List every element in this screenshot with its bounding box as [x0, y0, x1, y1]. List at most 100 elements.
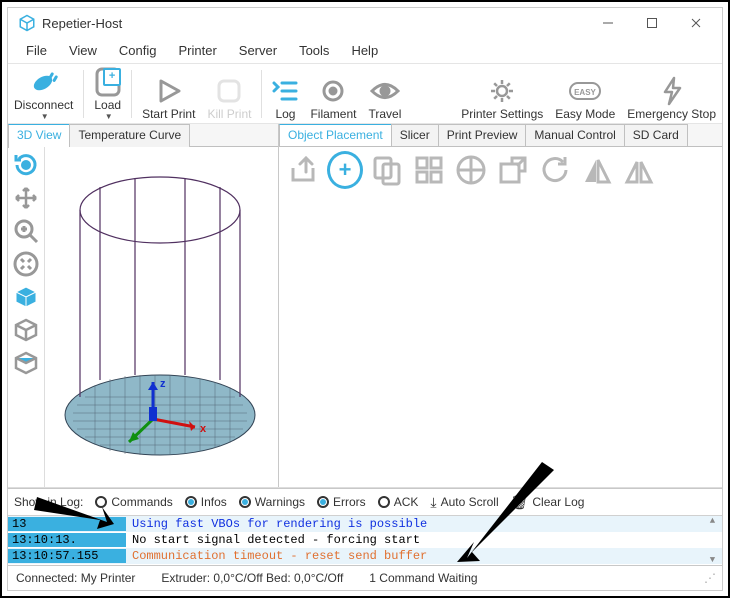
- auto-scroll[interactable]: ⤓Auto Scroll: [430, 494, 498, 511]
- travel-button[interactable]: Travel: [362, 66, 407, 121]
- label: Travel: [368, 107, 401, 121]
- plug-icon: [29, 66, 59, 98]
- 3d-canvas[interactable]: x z: [45, 147, 278, 487]
- window-title: Repetier-Host: [42, 16, 586, 31]
- filter-errors[interactable]: Errors: [317, 495, 366, 509]
- label: Disconnect: [14, 98, 73, 112]
- zoom-icon[interactable]: [11, 216, 41, 246]
- log-button[interactable]: Log: [266, 66, 304, 121]
- arrange-icon[interactable]: [411, 152, 447, 188]
- label: Easy Mode: [555, 107, 615, 121]
- stop-icon: [216, 75, 242, 107]
- status-bar: Connected: My Printer Extruder: 0,0°C/Of…: [8, 565, 722, 590]
- app-icon: [18, 14, 36, 32]
- close-button[interactable]: [674, 9, 718, 37]
- start-print-button[interactable]: Start Print: [136, 66, 201, 121]
- svg-text:EASY: EASY: [574, 88, 596, 97]
- mirror-x-icon[interactable]: [621, 152, 657, 188]
- gear-icon: [488, 75, 516, 107]
- easy-mode-button[interactable]: EASY Easy Mode: [549, 66, 621, 121]
- log-view[interactable]: 13Using fast VBOs for rendering is possi…: [8, 515, 722, 565]
- clear-log[interactable]: 🗑Clear Log: [511, 494, 585, 511]
- filter-warnings[interactable]: Warnings: [239, 495, 305, 509]
- maximize-button[interactable]: [630, 9, 674, 37]
- radio-icon: [317, 496, 329, 508]
- front-view-icon[interactable]: [11, 315, 41, 345]
- menu-config[interactable]: Config: [109, 41, 167, 60]
- radio-icon: [185, 496, 197, 508]
- filament-icon: [319, 75, 347, 107]
- menu-server[interactable]: Server: [229, 41, 287, 60]
- status-connection: Connected: My Printer: [16, 571, 135, 585]
- add-object-button[interactable]: +: [327, 152, 363, 188]
- iso-view-icon[interactable]: [11, 282, 41, 312]
- scale-icon[interactable]: [495, 152, 531, 188]
- menu-tools[interactable]: Tools: [289, 41, 339, 60]
- log-icon: [272, 75, 298, 107]
- label: Filament: [310, 107, 356, 121]
- printer-settings-button[interactable]: Printer Settings: [455, 66, 549, 121]
- tab-manual-control[interactable]: Manual Control: [525, 124, 624, 146]
- label: Start Print: [142, 107, 195, 121]
- log-label: Show in Log:: [14, 495, 83, 509]
- export-icon[interactable]: [285, 152, 321, 188]
- trash-icon: 🗑: [511, 494, 529, 511]
- radio-icon: [378, 496, 390, 508]
- tab-slicer[interactable]: Slicer: [391, 124, 439, 146]
- label: Kill Print: [207, 107, 251, 121]
- log-filter-bar: Show in Log: Commands Infos Warnings Err…: [8, 488, 722, 515]
- resize-grip[interactable]: ⋰: [704, 571, 714, 585]
- label: Printer Settings: [461, 107, 543, 121]
- placement-toolbar: +: [279, 147, 722, 193]
- copy-icon[interactable]: [369, 152, 405, 188]
- menu-bar: File View Config Printer Server Tools He…: [8, 38, 722, 63]
- fit-icon[interactable]: [11, 249, 41, 279]
- tab-object-placement[interactable]: Object Placement: [279, 124, 392, 146]
- log-timestamp: 13: [8, 517, 126, 531]
- center-icon[interactable]: [453, 152, 489, 188]
- tab-sd-card[interactable]: SD Card: [624, 124, 688, 146]
- filter-commands[interactable]: Commands: [95, 495, 172, 509]
- load-button[interactable]: + Load▼: [88, 66, 127, 121]
- plus-icon: +: [103, 68, 121, 86]
- mirror-y-icon[interactable]: [579, 152, 615, 188]
- emergency-stop-button[interactable]: Emergency Stop: [621, 66, 722, 121]
- play-icon: [156, 75, 182, 107]
- menu-file[interactable]: File: [16, 41, 57, 60]
- left-tabs: 3D View Temperature Curve: [8, 124, 278, 147]
- svg-text:z: z: [160, 378, 166, 390]
- filter-ack[interactable]: ACK: [378, 495, 419, 509]
- status-commands: 1 Command Waiting: [369, 571, 477, 585]
- tab-print-preview[interactable]: Print Preview: [438, 124, 527, 146]
- main-toolbar: Disconnect▼ + Load▼ Start Print Kill Pri…: [8, 63, 722, 124]
- tab-3d-view[interactable]: 3D View: [8, 124, 70, 148]
- tab-temperature[interactable]: Temperature Curve: [69, 124, 190, 148]
- filter-infos[interactable]: Infos: [185, 495, 227, 509]
- label: Log: [275, 107, 295, 121]
- log-message: No start signal detected - forcing start: [126, 533, 426, 547]
- log-scrollbar[interactable]: ▲▼: [705, 516, 720, 565]
- rotate-icon[interactable]: [537, 152, 573, 188]
- log-message: Communication timeout - reset send buffe…: [126, 549, 433, 563]
- eye-icon: [370, 75, 400, 107]
- minimize-button[interactable]: [586, 9, 630, 37]
- filament-button[interactable]: Filament: [304, 66, 362, 121]
- right-tabs: Object Placement Slicer Print Preview Ma…: [279, 124, 722, 147]
- log-timestamp: 13:10:57.155: [8, 549, 126, 563]
- menu-view[interactable]: View: [59, 41, 107, 60]
- log-timestamp: 13:10:13.: [8, 533, 126, 547]
- rotate-view-icon[interactable]: [11, 150, 41, 180]
- autoscroll-icon: ⤓: [430, 494, 436, 511]
- top-view-icon[interactable]: [11, 348, 41, 378]
- title-bar: Repetier-Host: [8, 8, 722, 38]
- move-view-icon[interactable]: [11, 183, 41, 213]
- disconnect-button[interactable]: Disconnect▼: [8, 66, 79, 121]
- status-extruder: Extruder: 0,0°C/Off Bed: 0,0°C/Off: [161, 571, 343, 585]
- menu-help[interactable]: Help: [341, 41, 388, 60]
- bolt-icon: [661, 75, 683, 107]
- radio-icon: [95, 496, 107, 508]
- view-tools: [8, 147, 45, 487]
- menu-printer[interactable]: Printer: [168, 41, 226, 60]
- label: Load: [94, 98, 121, 112]
- kill-print-button[interactable]: Kill Print: [201, 66, 257, 121]
